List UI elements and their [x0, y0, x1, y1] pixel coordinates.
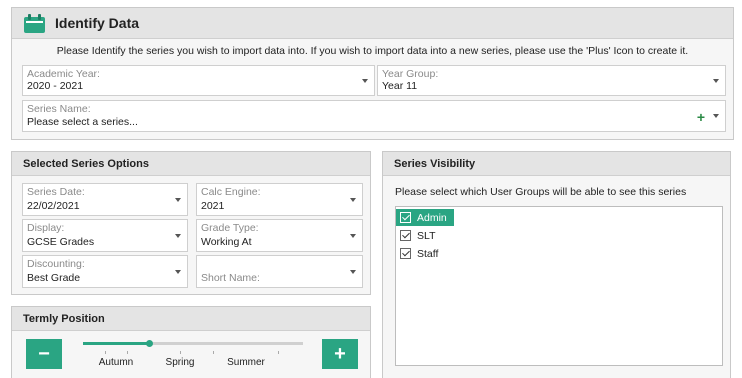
slider-tick [180, 351, 181, 354]
grade-type-label: Grade Type: [201, 222, 259, 234]
check-icon[interactable] [400, 212, 411, 223]
series-name-value: Please select a series... [27, 116, 138, 128]
caret-down-icon[interactable] [713, 78, 719, 83]
slider-tick [105, 351, 106, 354]
display-label: Display: [27, 222, 65, 234]
short-name-select[interactable]: Short Name: [196, 255, 363, 288]
user-group-label: SLT [417, 229, 436, 242]
calc-engine-value: 2021 [201, 200, 225, 212]
display-select[interactable]: Display: GCSE Grades [22, 219, 188, 252]
term-label-summer: Summer [227, 357, 265, 368]
series-visibility-panel: Series Visibility Please select which Us… [382, 151, 731, 378]
display-value: GCSE Grades [27, 236, 95, 248]
caret-down-icon[interactable] [362, 78, 368, 83]
discounting-select[interactable]: Discounting: Best Grade [22, 255, 188, 288]
short-name-label: Short Name: [201, 272, 260, 284]
slider-tick [278, 351, 279, 354]
discounting-value: Best Grade [27, 272, 81, 284]
year-group-value: Year 11 [382, 80, 418, 92]
year-group-select[interactable]: Year Group: Year 11 [377, 65, 726, 96]
options-header: Selected Series Options [12, 152, 370, 176]
term-slider-fill [83, 342, 149, 345]
termly-header: Termly Position [12, 307, 370, 331]
academic-year-value: 2020 - 2021 [27, 80, 84, 92]
user-group-label: Admin [417, 211, 447, 224]
series-name-label: Series Name: [27, 103, 91, 115]
add-series-icon[interactable]: + [697, 109, 705, 125]
identify-data-header: Identify Data [12, 8, 733, 39]
visibility-instruction: Please select which User Groups will be … [395, 186, 687, 198]
series-name-select[interactable]: Series Name: Please select a series... + [22, 100, 726, 132]
increase-term-button[interactable]: + [322, 339, 358, 369]
caret-down-icon[interactable] [350, 233, 356, 238]
caret-down-icon[interactable] [713, 114, 719, 118]
check-icon[interactable] [400, 230, 411, 241]
user-group-item[interactable]: Staff [396, 245, 438, 262]
termly-position-panel: Termly Position − Autumn Spring Summer + [11, 306, 371, 378]
identify-data-title: Identify Data [55, 15, 140, 31]
calc-engine-label: Calc Engine: [201, 186, 261, 198]
caret-down-icon[interactable] [350, 269, 356, 274]
visibility-header: Series Visibility [383, 152, 730, 176]
term-slider-thumb[interactable] [146, 340, 153, 347]
grade-type-value: Working At [201, 236, 252, 248]
identify-instruction: Please Identify the series you wish to i… [56, 45, 689, 57]
caret-down-icon[interactable] [175, 269, 181, 274]
term-label-spring: Spring [165, 357, 195, 368]
user-group-item[interactable]: SLT [396, 227, 435, 244]
slider-tick [127, 351, 128, 354]
identify-data-panel: Identify Data Please Identify the series… [11, 7, 734, 140]
academic-year-select[interactable]: Academic Year: 2020 - 2021 [22, 65, 375, 96]
user-group-label: Staff [417, 247, 439, 260]
check-icon[interactable] [400, 248, 411, 259]
academic-year-label: Academic Year: [27, 68, 100, 80]
decrease-term-button[interactable]: − [26, 339, 62, 369]
grade-type-select[interactable]: Grade Type: Working At [196, 219, 363, 252]
term-slider-track[interactable] [83, 340, 303, 347]
calc-engine-select[interactable]: Calc Engine: 2021 [196, 183, 363, 216]
caret-down-icon[interactable] [175, 197, 181, 202]
term-label-autumn: Autumn [98, 357, 134, 368]
discounting-label: Discounting: [27, 258, 85, 270]
user-group-item[interactable]: Admin [396, 209, 454, 226]
slider-tick [213, 351, 214, 354]
calendar-icon [24, 13, 45, 33]
series-date-picker[interactable]: Series Date: 22/02/2021 [22, 183, 188, 216]
caret-down-icon[interactable] [175, 233, 181, 238]
year-group-label: Year Group: [382, 68, 439, 80]
series-date-label: Series Date: [27, 186, 85, 198]
user-groups-list[interactable]: Admin SLT Staff [395, 206, 723, 366]
series-date-value: 22/02/2021 [27, 200, 80, 212]
caret-down-icon[interactable] [350, 197, 356, 202]
selected-series-options-panel: Selected Series Options Series Date: 22/… [11, 151, 371, 295]
